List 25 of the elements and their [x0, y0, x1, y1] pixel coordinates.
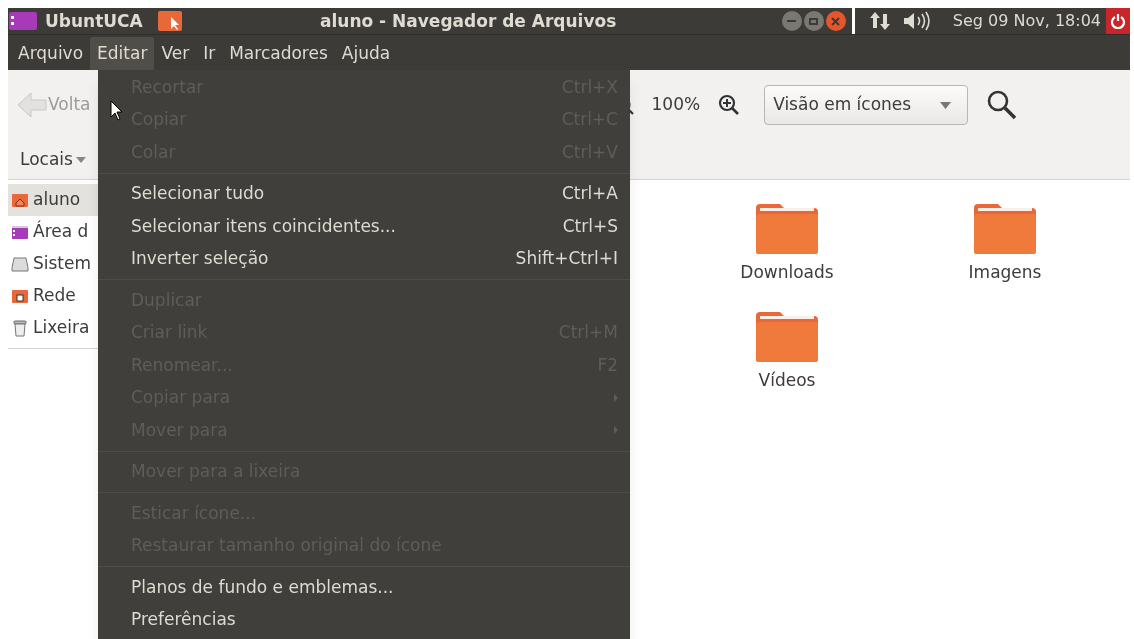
- app-name[interactable]: UbuntUCA: [45, 12, 143, 30]
- menu-item[interactable]: Arquivo: [11, 37, 91, 70]
- sidebar-item[interactable]: Sistem: [8, 248, 98, 280]
- sidebar-item[interactable]: Área d: [8, 216, 98, 248]
- menu-item[interactable]: Ajuda: [334, 37, 398, 70]
- folder-item[interactable]: Imagens: [896, 202, 1114, 310]
- menu-item[interactable]: Ir: [196, 37, 223, 70]
- folder-item[interactable]: Downloads: [678, 202, 896, 310]
- window-title: aluno - Navegador de Arquivos: [320, 12, 617, 30]
- sidebar-item[interactable]: aluno: [8, 184, 98, 216]
- menu-entry[interactable]: Planos de fundo e emblemas...: [98, 571, 630, 604]
- view-select[interactable]: Visão em ícones: [764, 85, 969, 125]
- menu-item[interactable]: Editar: [90, 37, 155, 70]
- zoom-level: 100%: [651, 93, 701, 117]
- menu-entry[interactable]: Selecionar itens coincidentes... Ctrl+S: [98, 210, 630, 243]
- menu-item[interactable]: Ver: [154, 37, 197, 70]
- folder-item[interactable]: Vídeos: [678, 310, 896, 418]
- menu-item[interactable]: Marcadores: [222, 37, 335, 70]
- menu-entry[interactable]: Inverter seleção Shift+Ctrl+I: [98, 242, 630, 275]
- sidebar-item[interactable]: Rede: [8, 280, 98, 312]
- menu-entry[interactable]: Selecionar tudo Ctrl+A: [98, 177, 630, 210]
- sidebar-item[interactable]: Lixeira: [8, 312, 98, 344]
- side-pane-selector[interactable]: Locais: [20, 146, 86, 173]
- menu-entry[interactable]: Preferências: [98, 603, 630, 636]
- clock[interactable]: Seg 09 Nov, 18:04: [952, 13, 1101, 29]
